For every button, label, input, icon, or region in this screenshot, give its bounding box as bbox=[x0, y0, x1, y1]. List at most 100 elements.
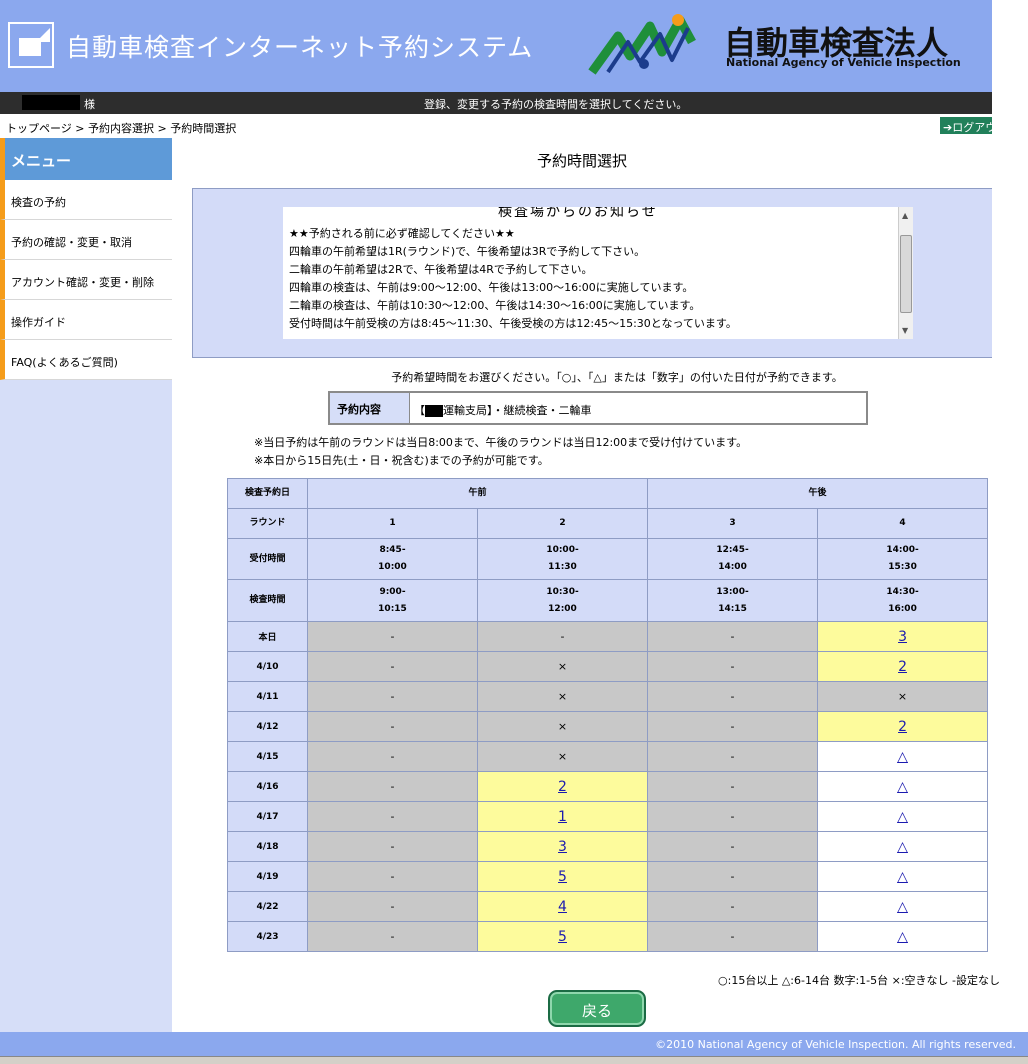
slot-link[interactable]: △ bbox=[897, 929, 908, 945]
slot-link[interactable]: 3 bbox=[558, 839, 567, 855]
slot-status: - bbox=[390, 870, 395, 883]
reception-cell: 10:00- 11:30 bbox=[476, 538, 649, 580]
inspection-cell: 9:00- 10:15 bbox=[307, 579, 478, 622]
reception-label: 受付時間 bbox=[227, 538, 308, 580]
slot-link[interactable]: △ bbox=[897, 779, 908, 795]
slot-status: - bbox=[390, 660, 395, 673]
notice-line: 四輪車の午前希望は1R(ラウンド)で、午後希望は3Rで予約して下さい。 bbox=[289, 245, 646, 258]
notice-title: 検査場からのお知らせ bbox=[498, 207, 658, 220]
date-header: 検査予約日 bbox=[227, 478, 308, 509]
slot-cell[interactable]: 4 bbox=[476, 891, 649, 922]
inspection-cell: 14:30- 16:00 bbox=[817, 579, 989, 622]
slot-link[interactable]: △ bbox=[897, 809, 908, 825]
slot-status: - bbox=[730, 840, 735, 853]
slot-link[interactable]: △ bbox=[897, 899, 908, 915]
time-start: 10:30- bbox=[546, 586, 579, 597]
scroll-thumb[interactable] bbox=[900, 235, 912, 313]
slot-cell[interactable]: 3 bbox=[817, 621, 989, 652]
slot-cell[interactable]: △ bbox=[817, 891, 989, 922]
reception-cell: 8:45- 10:00 bbox=[307, 538, 478, 580]
table-row: 4/22 - 4 - △ bbox=[227, 891, 989, 922]
logout-button[interactable]: ➔ログアウト bbox=[940, 117, 992, 134]
scroll-up-icon[interactable]: ▲ bbox=[902, 211, 908, 220]
sidebar-item-guide[interactable]: 操作ガイド bbox=[0, 300, 172, 340]
pm-header: 午後 bbox=[647, 478, 989, 509]
notice-scrollbar[interactable]: ▲ ▼ bbox=[898, 207, 913, 339]
slot-cell[interactable]: △ bbox=[817, 741, 989, 772]
slot-link[interactable]: 5 bbox=[558, 929, 567, 945]
slot-cell[interactable]: △ bbox=[817, 771, 989, 802]
date-cell: 4/11 bbox=[227, 681, 308, 712]
slot-cell[interactable]: 2 bbox=[817, 711, 989, 742]
sidebar-item-faq[interactable]: FAQ(よくあるご質問) bbox=[0, 340, 172, 380]
content-label: 予約内容 bbox=[330, 393, 410, 423]
slot-status: - bbox=[730, 810, 735, 823]
slot-cell: - bbox=[307, 801, 478, 832]
slot-status: × bbox=[557, 750, 568, 763]
notice-scrollbox[interactable]: 検査場からのお知らせ ★★予約される前に必ず確認してください★★ 四輪車の午前希… bbox=[283, 207, 913, 339]
breadcrumb[interactable]: トップページ > 予約内容選択 > 予約時間選択 bbox=[6, 120, 236, 136]
slot-cell: × bbox=[476, 741, 649, 772]
slot-cell[interactable]: △ bbox=[817, 801, 989, 832]
slot-status: - bbox=[730, 780, 735, 793]
slot-status: × bbox=[557, 690, 568, 703]
page-title: 予約時間選択 bbox=[536, 152, 627, 170]
time-end: 14:15 bbox=[718, 603, 747, 614]
notice-line: ★★予約される前に必ず確認してください★★ bbox=[289, 227, 515, 240]
slot-status: - bbox=[730, 630, 735, 643]
slot-cell: - bbox=[647, 621, 819, 652]
reception-cell: 12:45- 14:00 bbox=[647, 538, 819, 580]
slot-link[interactable]: △ bbox=[897, 839, 908, 855]
slot-link[interactable]: 2 bbox=[558, 779, 567, 795]
slot-cell[interactable]: 3 bbox=[476, 831, 649, 862]
sidebar-item-account[interactable]: アカウント確認・変更・削除 bbox=[0, 260, 172, 300]
slot-cell[interactable]: △ bbox=[817, 921, 989, 952]
slot-cell: - bbox=[647, 861, 819, 892]
site-header: 自動車検査インターネット予約システム 自動車検査法人 National Agen… bbox=[0, 0, 992, 92]
slot-status: - bbox=[730, 870, 735, 883]
time-start: 12:45- bbox=[716, 545, 749, 555]
back-button[interactable]: 戻る bbox=[548, 990, 646, 1027]
slot-cell[interactable]: 1 bbox=[476, 801, 649, 832]
redacted-office bbox=[425, 405, 443, 417]
slot-status: - bbox=[730, 930, 735, 943]
slot-status: - bbox=[390, 720, 395, 733]
content-value: 【 運輸支局】・継続検査・二輪車 bbox=[414, 402, 592, 418]
slot-status: - bbox=[390, 780, 395, 793]
slot-cell[interactable]: △ bbox=[817, 831, 989, 862]
slot-link[interactable]: 5 bbox=[558, 869, 567, 885]
slot-cell: - bbox=[647, 891, 819, 922]
slot-cell[interactable]: 5 bbox=[476, 921, 649, 952]
schedule-rows: 本日 - - -3 4/10- × -2 4/11- × - × 4/12- × -2 4/15- × - △ 4/… bbox=[227, 621, 989, 952]
redacted-username bbox=[22, 95, 80, 110]
slot-cell[interactable]: 2 bbox=[817, 651, 989, 682]
slot-cell: - bbox=[647, 651, 819, 682]
slot-link[interactable]: 3 bbox=[898, 629, 907, 645]
slot-cell[interactable]: △ bbox=[817, 861, 989, 892]
table-row: 4/16 - 2 - △ bbox=[227, 771, 989, 802]
slot-link[interactable]: 2 bbox=[898, 719, 907, 735]
sidebar-item-confirm[interactable]: 予約の確認・変更・取消 bbox=[0, 220, 172, 260]
slot-link[interactable]: 4 bbox=[558, 899, 567, 915]
round-cell: 3 bbox=[647, 508, 819, 539]
slot-link[interactable]: 2 bbox=[898, 659, 907, 675]
notice-line: 受付時間は午前受検の方は8:45～11:30、午後受検の方は12:45～15:3… bbox=[289, 317, 737, 330]
sidebar-item-reservation[interactable]: 検査の予約 bbox=[0, 180, 172, 220]
slot-cell: × bbox=[476, 651, 649, 682]
slot-cell[interactable]: 2 bbox=[476, 771, 649, 802]
date-cell: 4/16 bbox=[227, 771, 308, 802]
scroll-down-icon[interactable]: ▼ bbox=[902, 326, 908, 335]
slot-cell: - bbox=[647, 711, 819, 742]
slot-cell[interactable]: 5 bbox=[476, 861, 649, 892]
slot-cell: - bbox=[307, 741, 478, 772]
table-row: 4/12 - × - 2 bbox=[227, 711, 989, 742]
slot-link[interactable]: △ bbox=[897, 749, 908, 765]
slot-status: - bbox=[390, 840, 395, 853]
slot-cell: × bbox=[817, 681, 989, 712]
notice-line: 二輪車の午前希望は2Rで、午後希望は4Rで予約して下さい。 bbox=[289, 263, 593, 276]
slot-link[interactable]: 1 bbox=[558, 809, 567, 825]
slot-link[interactable]: △ bbox=[897, 869, 908, 885]
content-text: 運輸支局】・継続検査・二輪車 bbox=[443, 404, 592, 417]
reception-cell: 14:00- 15:30 bbox=[817, 538, 989, 580]
date-cell: 4/19 bbox=[227, 861, 308, 892]
